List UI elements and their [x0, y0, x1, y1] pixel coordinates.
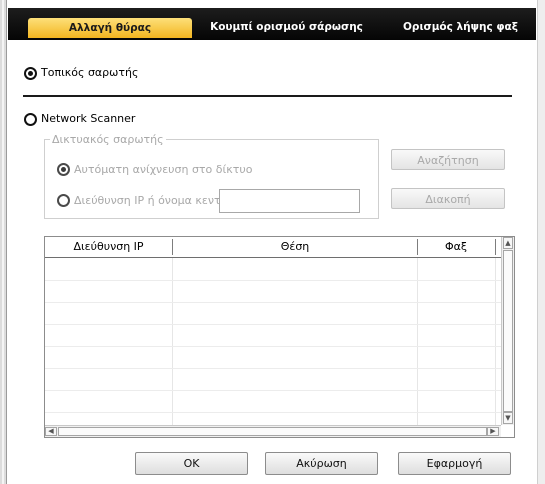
table-row[interactable] — [45, 325, 501, 347]
column-header-ip-address[interactable]: Διεύθυνση IP — [45, 237, 172, 257]
network-scanner-label[interactable]: Network Scanner — [41, 112, 135, 125]
ip-address-radio[interactable] — [57, 194, 70, 207]
table-row[interactable] — [45, 303, 501, 325]
auto-detect-radio[interactable] — [57, 163, 70, 176]
network-scanner-radio[interactable] — [24, 113, 37, 126]
apply-button[interactable]: Εφαρμογή — [398, 452, 511, 475]
ok-button[interactable]: OK — [135, 452, 248, 475]
vertical-scrollbar[interactable]: ▲ ▼ — [501, 237, 514, 425]
section-divider — [23, 95, 512, 97]
horizontal-scroll-thumb[interactable] — [58, 427, 487, 436]
table-row[interactable] — [45, 281, 501, 303]
auto-detect-label: Αυτόματη ανίχνευση στο δίκτυο — [74, 163, 253, 176]
column-header-fax[interactable]: Φαξ — [418, 237, 494, 257]
column-separator[interactable] — [495, 239, 496, 255]
tab-scan-button-setup[interactable]: Κουμπί ορισμού σάρωσης — [204, 18, 369, 36]
search-button[interactable]: Αναζήτηση — [391, 149, 505, 170]
table-header: Διεύθυνση IP Θέση Φαξ — [45, 237, 501, 258]
table-row[interactable] — [45, 391, 501, 413]
vertical-scroll-thumb[interactable] — [503, 250, 513, 412]
table-row[interactable] — [45, 259, 501, 281]
scanner-list-table[interactable]: Διεύθυνση IP Θέση Φαξ ▲ ▼ ◀ ▶ — [44, 236, 515, 438]
window-left-edge — [0, 0, 7, 484]
network-scanner-group-legend: Δικτυακός σαρωτής — [50, 133, 166, 146]
cancel-button[interactable]: Ακύρωση — [265, 452, 378, 475]
local-scanner-radio[interactable] — [24, 67, 37, 80]
horizontal-scrollbar[interactable]: ◀ ▶ — [45, 425, 501, 437]
table-row[interactable] — [45, 369, 501, 391]
column-header-location[interactable]: Θέση — [173, 237, 417, 257]
stop-button[interactable]: Διακοπή — [391, 188, 505, 209]
ip-address-label: Διεύθυνση IP ή όνομα κεντρικ — [74, 194, 238, 207]
window-right-edge — [537, 0, 545, 484]
scroll-right-arrow-icon[interactable]: ▶ — [487, 427, 499, 436]
table-row[interactable] — [45, 347, 501, 369]
tab-fax-receive-setup[interactable]: Ορισμός λήψης φαξ — [388, 18, 533, 36]
scroll-left-arrow-icon[interactable]: ◀ — [45, 427, 57, 436]
scroll-down-arrow-icon[interactable]: ▼ — [503, 412, 513, 424]
ip-address-field[interactable] — [219, 189, 360, 213]
tab-bar: Αλλαγή θύρας Κουμπί ορισμού σάρωσης Ορισ… — [8, 8, 536, 40]
tab-change-port[interactable]: Αλλαγή θύρας — [28, 18, 192, 38]
scroll-up-arrow-icon[interactable]: ▲ — [503, 237, 513, 249]
local-scanner-label[interactable]: Τοπικός σαρωτής — [41, 66, 138, 79]
